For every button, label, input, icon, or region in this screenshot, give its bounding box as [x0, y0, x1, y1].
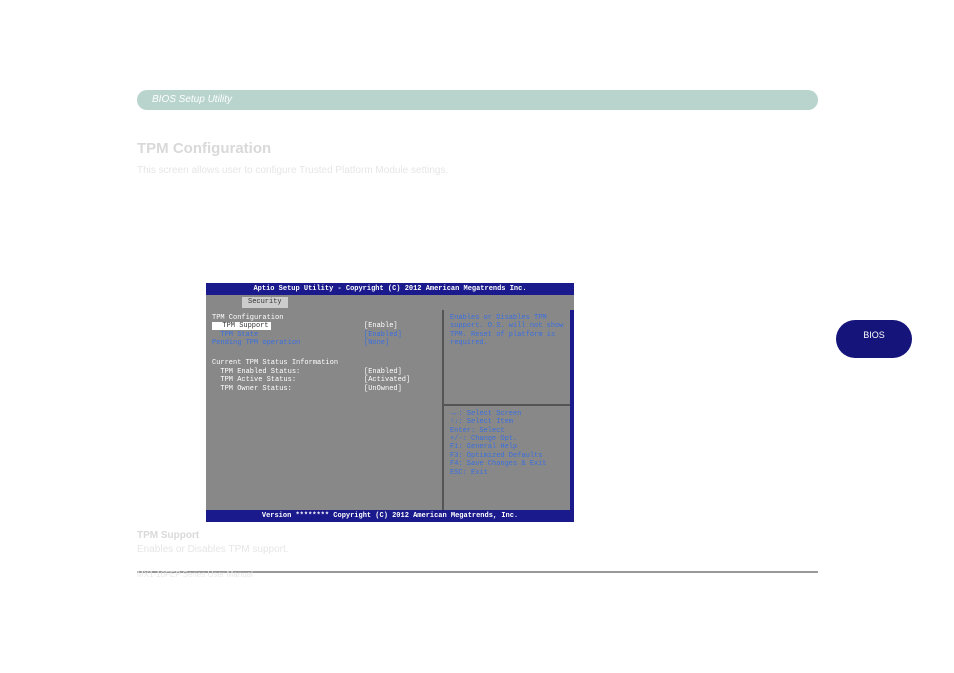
bios-tab-row: Security	[206, 295, 574, 309]
key-hint: F3: Optimized Defaults	[450, 452, 564, 460]
item-tpm-support[interactable]: TPM Support [Enable]	[212, 322, 436, 330]
item-value: [None]	[364, 339, 389, 347]
item-label: TPM State	[212, 331, 364, 339]
section-header-bar	[137, 90, 818, 110]
status-label: TPM Enabled Status:	[212, 368, 364, 376]
status-active: TPM Active Status: [Activated]	[212, 376, 436, 384]
option-desc: Enables or Disables TPM support.	[137, 544, 289, 555]
help-line: Enables or Disables TPM	[450, 314, 564, 322]
key-hint: F1: General Help	[450, 443, 564, 451]
option-name: TPM Support	[137, 530, 199, 541]
help-line: TPM. Reset of platform is	[450, 331, 564, 339]
side-badge: BIOS	[836, 320, 912, 358]
section-header-text: BIOS Setup Utility	[152, 94, 232, 105]
key-hint: Enter: Select	[450, 427, 564, 435]
bios-right-pane: Enables or Disables TPM support. O.S. wi…	[442, 310, 570, 510]
item-value: [Enabled]	[364, 331, 402, 339]
status-label: TPM Active Status:	[212, 376, 364, 384]
section-tpm-config: TPM Configuration	[212, 314, 436, 322]
bios-footer: Version ******** Copyright (C) 2012 Amer…	[206, 510, 574, 522]
key-hint: ↑↓: Select Item	[450, 418, 564, 426]
footer-left: MX1-10FEP Series User Manual	[137, 570, 253, 579]
section-status-info: Current TPM Status Information	[212, 359, 436, 367]
bios-left-pane: TPM Configuration TPM Support [Enable] T…	[206, 310, 442, 510]
page-desc: This screen allows user to configure Tru…	[137, 165, 448, 176]
bios-window: Aptio Setup Utility - Copyright (C) 2012…	[206, 283, 574, 514]
item-pending-op[interactable]: Pending TPM operation [None]	[212, 339, 436, 347]
item-label: Pending TPM operation	[212, 339, 364, 347]
status-value: [UnOwned]	[364, 385, 402, 393]
key-hint: ESC: Exit	[450, 469, 564, 477]
bios-title: Aptio Setup Utility - Copyright (C) 2012…	[206, 283, 574, 295]
status-value: [Activated]	[364, 376, 410, 384]
item-label: TPM Support	[212, 322, 271, 330]
key-hint: →←: Select Screen	[450, 410, 564, 418]
bios-help-text: Enables or Disables TPM support. O.S. wi…	[450, 314, 564, 404]
page-title: TPM Configuration	[137, 140, 271, 157]
status-enabled: TPM Enabled Status: [Enabled]	[212, 368, 436, 376]
badge-text: BIOS	[836, 320, 912, 340]
bios-tab-security[interactable]: Security	[242, 297, 288, 307]
help-line: required.	[450, 339, 564, 347]
status-label: TPM Owner Status:	[212, 385, 364, 393]
item-value: [Enable]	[364, 322, 398, 330]
key-hint: F4: Save Changes & Exit	[450, 460, 564, 468]
bios-main: TPM Configuration TPM Support [Enable] T…	[206, 310, 574, 510]
bios-key-help: →←: Select Screen ↑↓: Select Item Enter:…	[450, 406, 564, 477]
status-owner: TPM Owner Status: [UnOwned]	[212, 385, 436, 393]
item-tpm-state[interactable]: TPM State [Enabled]	[212, 331, 436, 339]
status-value: [Enabled]	[364, 368, 402, 376]
help-line: support. O.S. will not show	[450, 322, 564, 330]
key-hint: +/-: Change Opt.	[450, 435, 564, 443]
